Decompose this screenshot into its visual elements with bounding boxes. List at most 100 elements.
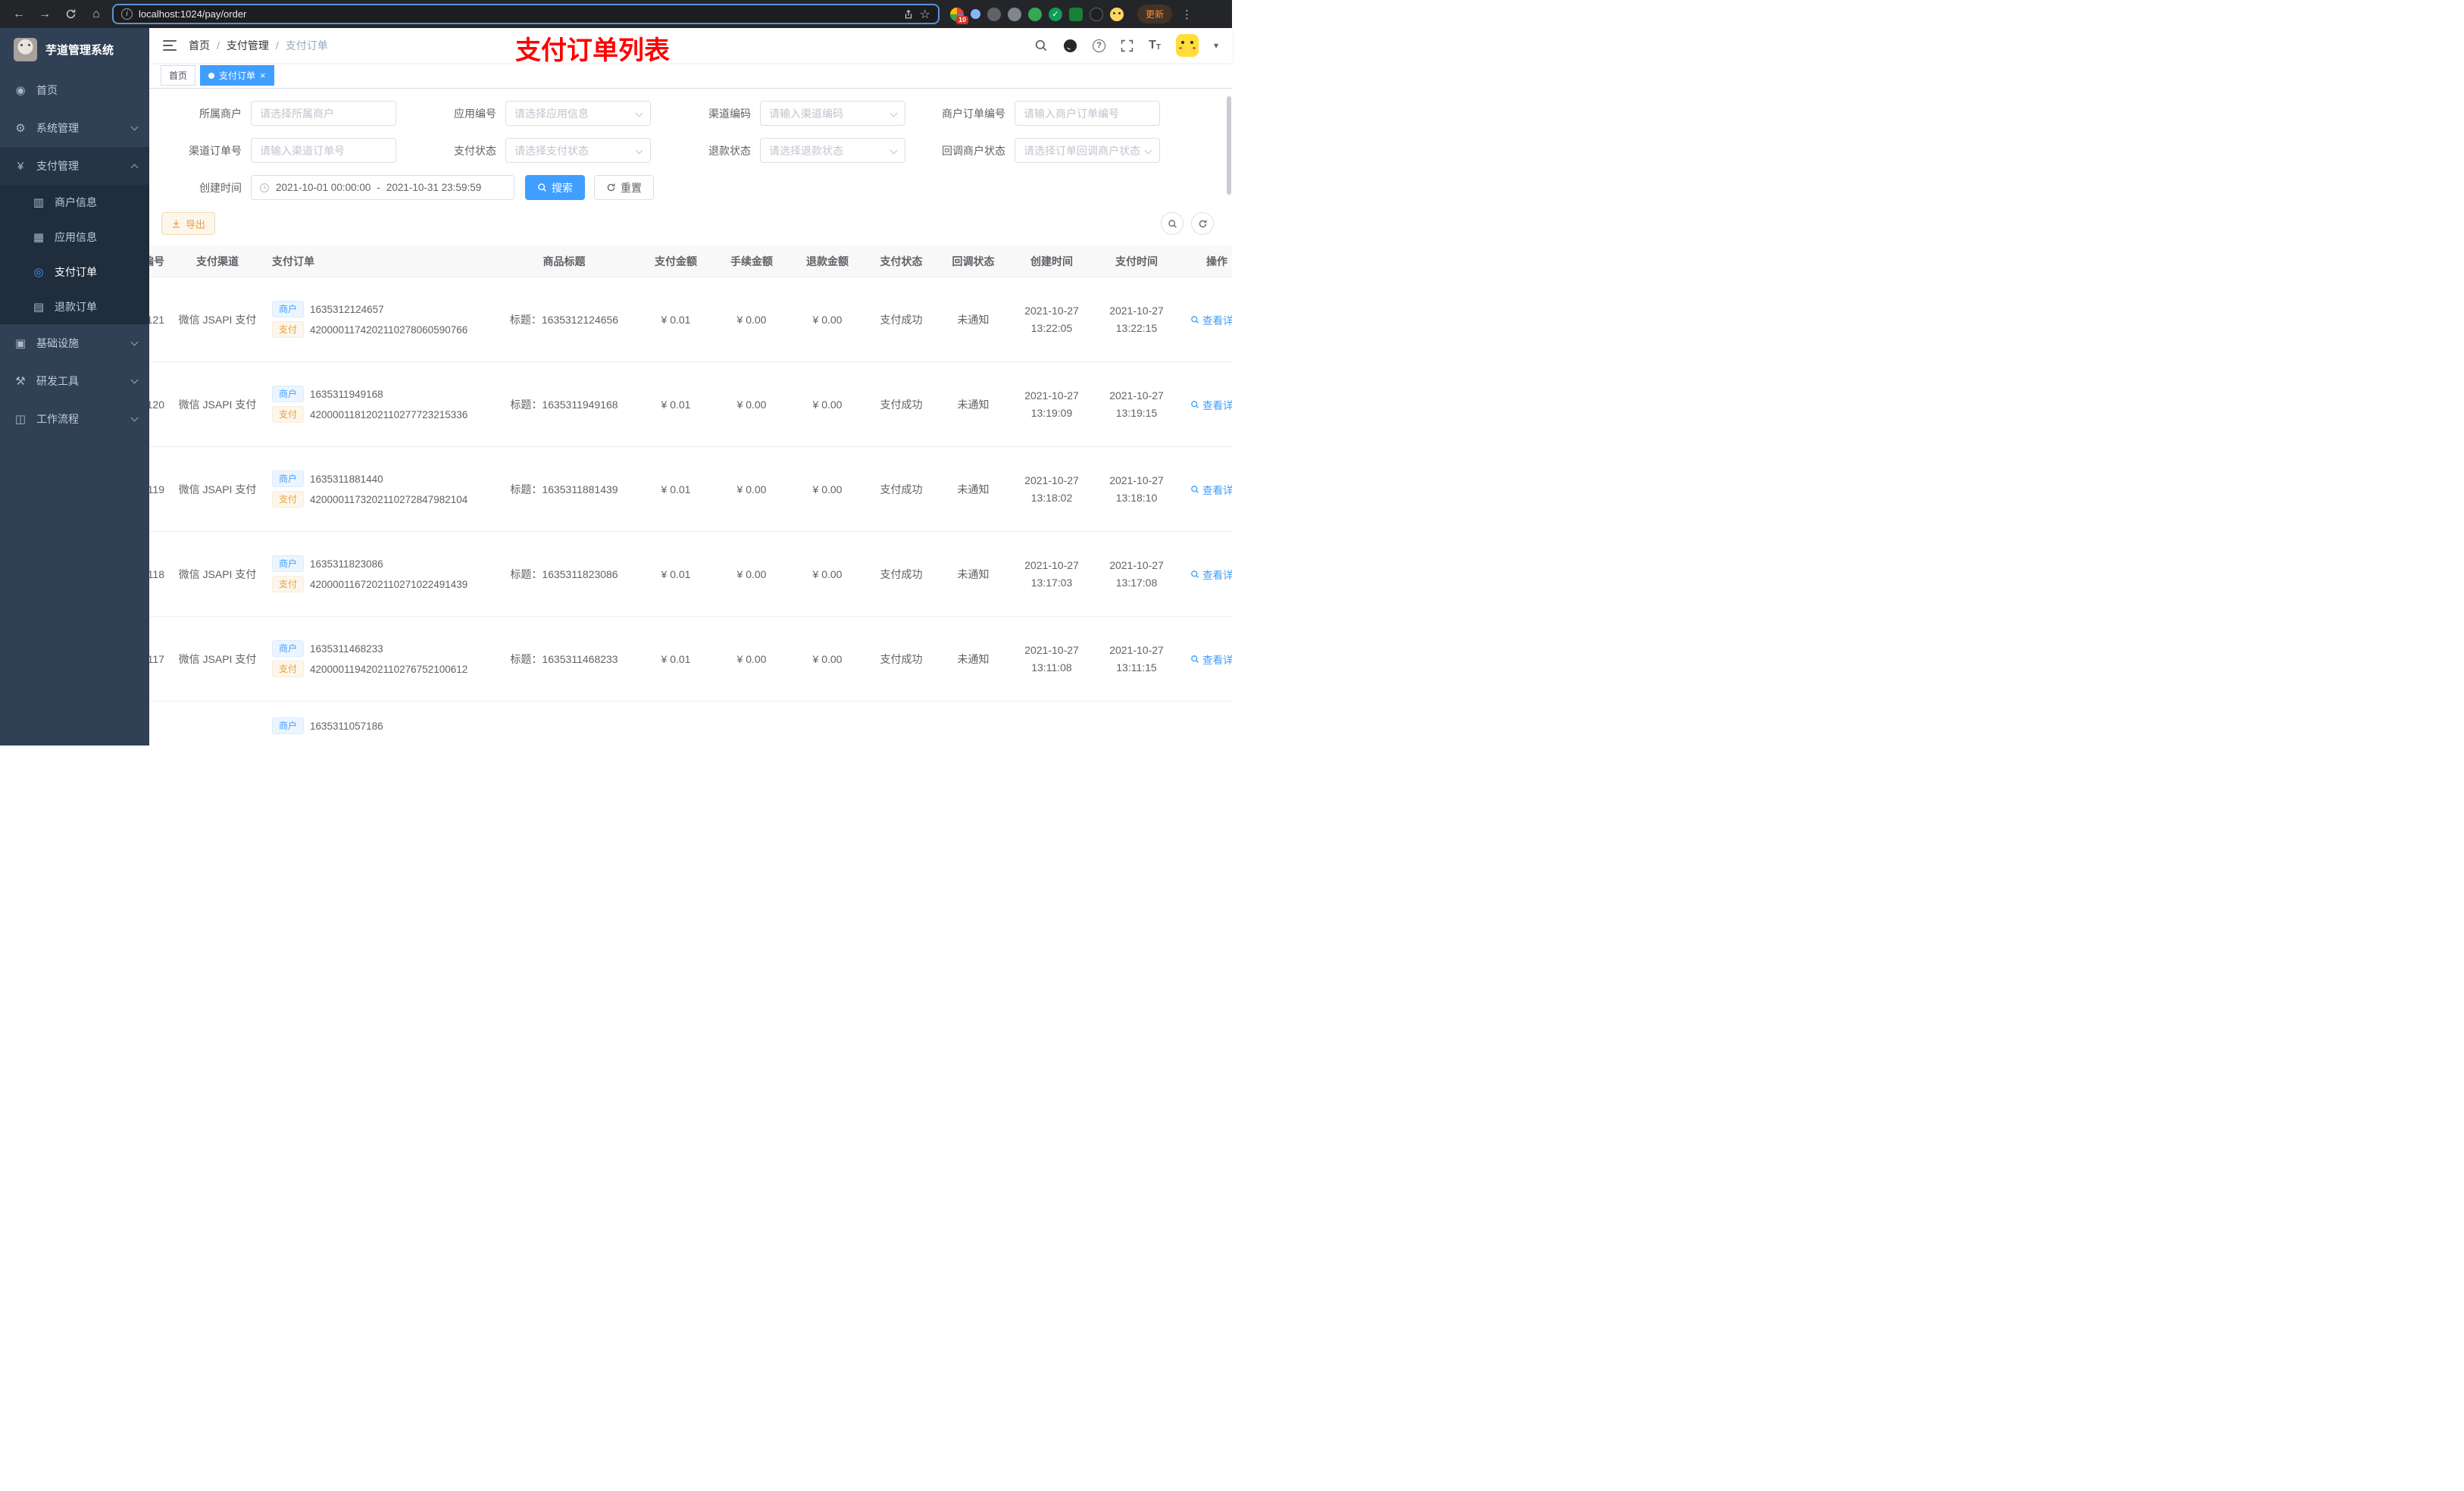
browser-reload-button[interactable]: [61, 5, 80, 24]
breadcrumb-home[interactable]: 首页: [189, 38, 210, 53]
extension-icon-9[interactable]: [1110, 7, 1124, 21]
scrollbar[interactable]: [1227, 96, 1231, 195]
merchant-order-no: 1635311823086: [310, 558, 383, 570]
browser-forward-button[interactable]: →: [35, 5, 55, 24]
pay-status-select[interactable]: 请选择支付状态: [505, 138, 651, 163]
field-label: 渠道编码: [708, 107, 751, 120]
app-title: 芋道管理系统: [45, 44, 114, 57]
view-detail-link[interactable]: 查看详情: [1190, 652, 1232, 667]
export-button[interactable]: 导出: [161, 212, 216, 235]
url-bar[interactable]: i localhost:1024/pay/order ☆: [112, 4, 940, 24]
extension-icon-7[interactable]: [1069, 7, 1083, 21]
help-icon[interactable]: ?: [1093, 39, 1106, 52]
merchant-input[interactable]: [251, 101, 396, 126]
sidebar-item-home[interactable]: ◉ 首页: [0, 71, 149, 109]
fullscreen-icon[interactable]: [1121, 39, 1134, 52]
chevron-down-icon: [890, 109, 898, 117]
view-detail-link[interactable]: 查看详情: [1190, 482, 1232, 497]
sidebar-toggle-icon[interactable]: [163, 40, 177, 51]
channel-code-select[interactable]: 请输入渠道编码: [760, 101, 905, 126]
url-text[interactable]: localhost:1024/pay/order: [139, 8, 897, 20]
cell-channel: 微信 JSAPI 支付: [178, 652, 257, 665]
field-label: 所属商户: [199, 107, 242, 120]
extension-icon-6[interactable]: ✓: [1049, 7, 1062, 21]
bookmark-star-icon[interactable]: ☆: [920, 7, 930, 22]
extension-badge: 10: [955, 15, 968, 24]
browser-toolbar: ← → ⌂ i localhost:1024/pay/order ☆ 10 ✓ …: [0, 0, 1232, 28]
user-avatar[interactable]: [1175, 34, 1199, 57]
breadcrumb-payment[interactable]: 支付管理: [227, 38, 269, 53]
tab-home[interactable]: 首页: [161, 65, 196, 86]
sidebar-item-app-info[interactable]: ▦ 应用信息: [0, 220, 149, 255]
sidebar-item-payment[interactable]: ¥ 支付管理: [0, 147, 149, 185]
cell-amount: ¥ 0.01: [661, 398, 691, 411]
toggle-search-button[interactable]: [1161, 212, 1184, 235]
view-detail-link[interactable]: 查看详情: [1190, 567, 1232, 582]
date-range-picker[interactable]: 2021-10-01 00:00:00 - 2021-10-31 23:59:5…: [251, 175, 514, 200]
tab-pay-order[interactable]: 支付订单 ×: [200, 65, 274, 86]
merchant-tag: 商户: [272, 555, 305, 572]
sidebar-item-merchant-info[interactable]: ▥ 商户信息: [0, 185, 149, 220]
site-info-icon[interactable]: i: [121, 8, 133, 20]
cell-actions: 查看详情: [1179, 397, 1232, 412]
sidebar-item-workflow[interactable]: ◫ 工作流程: [0, 400, 149, 438]
merchant-order-no-input[interactable]: [1015, 101, 1160, 126]
sidebar-item-label: 系统管理: [36, 122, 79, 134]
refresh-table-button[interactable]: [1191, 212, 1214, 235]
reload-icon: [66, 9, 75, 19]
header-search-icon[interactable]: [1034, 39, 1048, 52]
app-no-select[interactable]: 请选择应用信息: [505, 101, 651, 126]
table-row: 117 微信 JSAPI 支付 商户 1635311468233 支付 420000…: [149, 617, 1232, 702]
sidebar-item-refund-order[interactable]: ▤ 退款订单: [0, 289, 149, 324]
cell-actions: 查看详情: [1179, 567, 1232, 582]
share-icon[interactable]: [903, 9, 914, 20]
browser-home-button[interactable]: ⌂: [86, 5, 106, 24]
col-pay-time: 支付时间: [1115, 255, 1158, 267]
yen-icon: ¥: [17, 159, 24, 173]
check-icon: ✓: [1052, 10, 1059, 19]
search-button[interactable]: 搜索: [525, 175, 585, 200]
channel-order-no-input[interactable]: [251, 138, 396, 163]
notify-status-select[interactable]: 请选择订单回调商户状态: [1015, 138, 1160, 163]
magnifier-icon: [1191, 315, 1199, 324]
cell-notify: 未通知: [957, 313, 990, 326]
avatar-caret-icon[interactable]: ▾: [1214, 40, 1218, 51]
sidebar-item-infrastructure[interactable]: ▣ 基础设施: [0, 324, 149, 362]
cell-pay-order: 商户 1635311881440 支付 4200001173202110272847…: [263, 467, 490, 511]
browser-menu-icon[interactable]: ⋮: [1181, 8, 1193, 21]
cell-id: 118: [149, 567, 164, 580]
sidebar-item-pay-order[interactable]: ◎ 支付订单: [0, 255, 149, 289]
close-icon[interactable]: ×: [260, 70, 266, 80]
extension-icon-3[interactable]: [987, 7, 1001, 21]
cell-pay-time: 2021-10-27 13:11:15: [1109, 644, 1164, 674]
cell-refund: ¥ 0.00: [812, 398, 843, 411]
breadcrumb-separator: /: [217, 39, 220, 52]
sidebar-item-system[interactable]: ⚙ 系统管理: [0, 109, 149, 147]
app-logo[interactable]: 芋道管理系统: [0, 28, 149, 71]
view-detail-link[interactable]: 查看详情: [1190, 312, 1232, 327]
refund-status-select[interactable]: 请选择退款状态: [760, 138, 905, 163]
channel-pay-no: 4200001167202110271022491439: [310, 578, 468, 590]
magnifier-icon: [1191, 400, 1199, 408]
browser-back-button[interactable]: ←: [9, 5, 29, 24]
cell-pay-order: 商户 1635311468233 支付 4200001194202110276752…: [263, 636, 490, 681]
reset-button[interactable]: 重置: [594, 175, 654, 200]
extension-icon-4[interactable]: [1008, 7, 1021, 21]
pay-tag: 支付: [272, 576, 305, 592]
sidebar-item-dev-tools[interactable]: ⚒ 研发工具: [0, 362, 149, 400]
extension-icon-8[interactable]: [1090, 7, 1103, 21]
font-size-icon[interactable]: TT: [1149, 39, 1161, 52]
extension-icon-1[interactable]: 10: [950, 7, 968, 24]
extension-icon-5[interactable]: [1028, 7, 1042, 21]
col-fee: 手续金额: [730, 255, 773, 267]
github-icon[interactable]: [1063, 39, 1077, 53]
extension-icon-2[interactable]: [971, 9, 980, 19]
update-button[interactable]: 更新: [1137, 5, 1173, 23]
view-detail-link[interactable]: 查看详情: [1190, 397, 1232, 412]
cell-title: 标题：1635311468233: [510, 652, 618, 665]
cell-amount: ¥ 0.01: [661, 567, 691, 580]
cell-fee: ¥ 0.00: [736, 313, 767, 326]
cell-create-time: 2021-10-27 13:18:02: [1024, 474, 1079, 504]
date-end: 2021-10-31 23:59:59: [386, 182, 482, 193]
cell-channel: 微信 JSAPI 支付: [178, 313, 257, 326]
